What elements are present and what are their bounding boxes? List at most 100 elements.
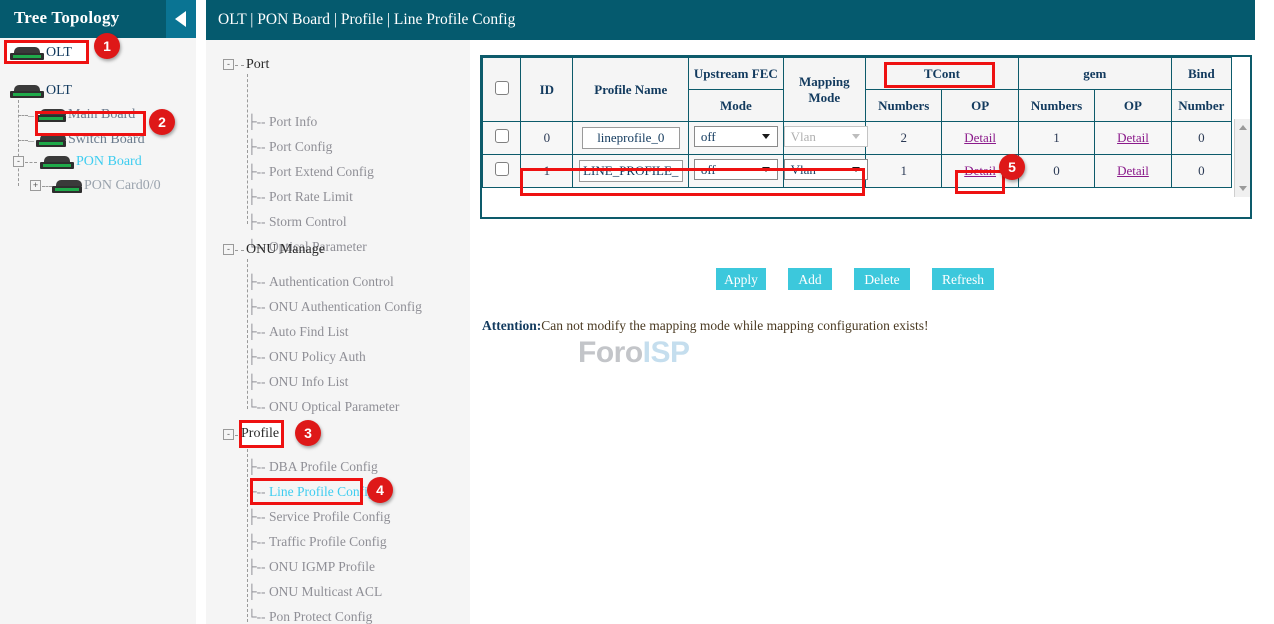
tree-node-label: OLT [46, 45, 72, 61]
tree-node-olt[interactable]: OLT [10, 81, 72, 101]
sidebar-item-onu-info-list[interactable]: ├-- ONU Info List [247, 374, 348, 390]
profile-name-input[interactable] [579, 160, 683, 182]
watermark: ForoISP [578, 336, 690, 370]
column-header-tcont-op: OP [942, 90, 1018, 122]
upstream-fec-mode-select[interactable]: off [694, 159, 778, 180]
menu-expander-port[interactable]: - [223, 59, 234, 70]
column-header-gem: gem [1018, 58, 1171, 90]
column-header-tcont-numbers: Numbers [866, 90, 942, 122]
breadcrumb: OLT | PON Board | Profile | Line Profile… [218, 11, 515, 29]
profile-name-input[interactable] [582, 127, 680, 149]
annotation-profile-label-overlay[interactable]: Profile [241, 426, 279, 442]
cell-upstream-fec-mode: off [689, 122, 784, 155]
mapping-mode-select[interactable]: Vlan [784, 159, 868, 180]
column-header-upstream-fec: Upstream FEC [689, 58, 784, 90]
cell-id: 1 [521, 155, 573, 188]
tree-expander-pon-board[interactable]: - [13, 156, 24, 167]
refresh-button[interactable]: Refresh [932, 268, 994, 290]
select-value: Vlan [791, 162, 816, 178]
sidebar-item-pon-protect-config[interactable]: └-- Pon Protect Config [247, 609, 372, 624]
watermark-part-b: ISP [643, 336, 690, 369]
annotation-badge-5: 5 [999, 154, 1025, 180]
upstream-fec-mode-select[interactable]: off [694, 126, 778, 147]
sidebar-collapse-button[interactable] [166, 0, 196, 38]
sidebar-item-line-profile-config[interactable]: ├-- Line Profile Config [247, 484, 375, 500]
sidebar-item-traffic-profile-config[interactable]: ├-- Traffic Profile Config [247, 534, 387, 550]
table-row: 0 off Vlan [483, 122, 1232, 155]
tree-node-label: PON Board [76, 152, 142, 172]
tree-node-pon-board[interactable]: PON Board [40, 152, 142, 172]
menu-expander-onu-manage[interactable]: - [223, 244, 234, 255]
device-icon [10, 85, 44, 98]
sidebar-item-onu-igmp-profile[interactable]: ├-- ONU IGMP Profile [247, 559, 375, 575]
tree-topology-header: Tree Topology [0, 0, 196, 38]
select-all-header [483, 58, 521, 122]
menu-group-port[interactable]: Port [246, 57, 269, 73]
cell-gem-numbers: 1 [1018, 122, 1094, 155]
table-scrollbar[interactable] [1234, 119, 1250, 197]
select-all-checkbox[interactable] [495, 81, 509, 95]
cell-mapping-mode: Vlan [783, 155, 865, 188]
annotation-badge-4: 4 [367, 477, 393, 503]
row-checkbox[interactable] [495, 129, 509, 143]
gem-detail-link[interactable]: Detail [1117, 163, 1149, 178]
chevron-down-icon [852, 134, 860, 139]
tree-node-switch-board[interactable]: – Switch Board [28, 130, 145, 150]
add-button[interactable]: Add [788, 268, 832, 290]
tree-node-label: OLT [46, 81, 72, 101]
attention-text: Can not modify the mapping mode while ma… [541, 318, 928, 333]
menu-group-onu-manage[interactable]: ONU Manage [246, 242, 325, 258]
cell-profile-name [573, 155, 689, 188]
delete-button[interactable]: Delete [854, 268, 910, 290]
tree-topology-title: Tree Topology [14, 8, 119, 28]
column-header-fec-mode: Mode [689, 90, 784, 122]
annotation-badge-3: 3 [295, 420, 321, 446]
column-header-gem-numbers: Numbers [1018, 90, 1094, 122]
column-header-mapping-mode: Mapping Mode [783, 58, 865, 122]
menu-expander-profile[interactable]: - [223, 429, 234, 440]
select-value: off [701, 162, 716, 178]
watermark-part-a: Foro [578, 336, 643, 369]
sidebar-item-storm-control[interactable]: ├-- Storm Control [247, 214, 347, 230]
gem-detail-link[interactable]: Detail [1117, 130, 1149, 145]
triangle-down-icon[interactable] [1239, 186, 1247, 191]
sidebar-item-onu-policy-auth[interactable]: ├-- ONU Policy Auth [247, 349, 366, 365]
sidebar-item-service-profile-config[interactable]: ├-- Service Profile Config [247, 509, 390, 525]
breadcrumb-bar: OLT | PON Board | Profile | Line Profile… [206, 0, 1255, 40]
tree-node-pon-card[interactable]: PON Card0/0 [52, 176, 161, 196]
row-select-cell [483, 122, 521, 155]
sidebar-item-authentication-control[interactable]: ├-- Authentication Control [247, 274, 394, 290]
device-icon [36, 134, 66, 147]
apply-button[interactable]: Apply [716, 268, 766, 290]
sidebar-item-port-extend-config[interactable]: ├-- Port Extend Config [247, 164, 374, 180]
sidebar-item-port-config[interactable]: ├-- Port Config [247, 139, 332, 155]
column-header-id: ID [521, 58, 573, 122]
triangle-up-icon[interactable] [1239, 125, 1247, 130]
row-checkbox[interactable] [495, 162, 509, 176]
sidebar-item-auto-find-list[interactable]: ├-- Auto Find List [247, 324, 348, 340]
column-header-bind: Bind [1171, 58, 1231, 90]
device-icon [36, 109, 66, 122]
sidebar-item-dba-profile-config[interactable]: ├-- DBA Profile Config [247, 459, 378, 475]
tcont-detail-link[interactable]: Detail [964, 163, 996, 178]
sidebar-item-port-rate-limit[interactable]: ├-- Port Rate Limit [247, 189, 353, 205]
sidebar-item-onu-optical-parameter[interactable]: └-- ONU Optical Parameter [247, 399, 399, 415]
table-header-row-top: ID Profile Name Upstream FEC Mapping Mod… [483, 58, 1232, 90]
tree-expander-pon-card[interactable]: + [30, 180, 41, 191]
sidebar-item-port-info[interactable]: ├-- Port Info [247, 114, 317, 130]
tree-node-label: Switch Board [68, 130, 145, 150]
select-value: off [701, 129, 716, 145]
tree-node-main-board[interactable]: – Main Board [28, 105, 135, 125]
select-value: Vlan [791, 129, 816, 145]
cell-mapping-mode: Vlan [783, 122, 865, 155]
sidebar-item-onu-authentication-config[interactable]: ├-- ONU Authentication Config [247, 299, 422, 315]
tree-leaf-dash: – [28, 133, 34, 148]
sidebar-item-onu-multicast-acl[interactable]: ├-- ONU Multicast ACL [247, 584, 382, 600]
annotation-olt-node-overlay[interactable]: OLT [10, 43, 72, 63]
attention-note: Attention:Can not modify the mapping mod… [482, 318, 929, 334]
row-select-cell [483, 155, 521, 188]
line-profile-table: ID Profile Name Upstream FEC Mapping Mod… [482, 57, 1232, 188]
tcont-detail-link[interactable]: Detail [964, 130, 996, 145]
column-header-profile-name: Profile Name [573, 58, 689, 122]
line-profile-table-container: ID Profile Name Upstream FEC Mapping Mod… [480, 55, 1252, 219]
